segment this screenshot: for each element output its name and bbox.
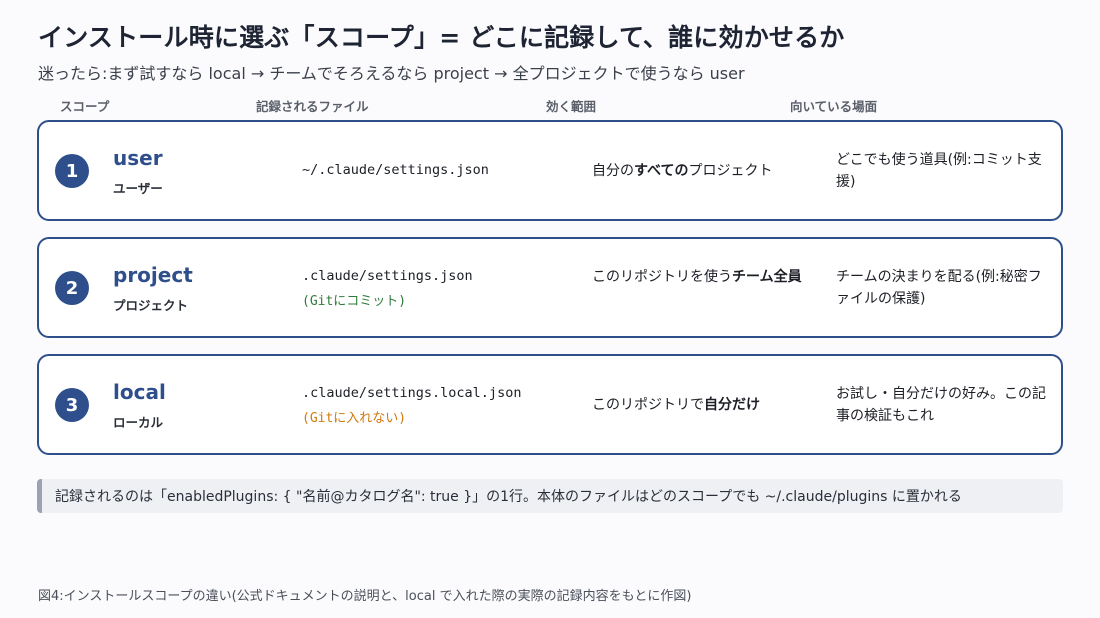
scope-number-badge: 1 xyxy=(55,154,89,188)
page-subtitle: 迷ったら:まず試すなら local → チームでそろえるなら project →… xyxy=(38,64,745,83)
header-scope: スコープ xyxy=(60,99,110,114)
use-case: チームの決まりを配る(例:秘密ファイルの保護) xyxy=(836,269,1042,307)
figure-caption: 図4:インストールスコープの違い(公式ドキュメントの説明と、local で入れた… xyxy=(38,589,692,604)
use-case: どこでも使う道具(例:コミット支援) xyxy=(836,152,1042,190)
scope-name: project xyxy=(113,263,193,287)
header-range: 効く範囲 xyxy=(546,99,597,114)
scope-card-local: 3 local ローカル .claude/settings.local.json… xyxy=(37,354,1063,455)
header-file: 記録されるファイル xyxy=(256,99,369,114)
scope-card-user: 1 user ユーザー ~/.claude/settings.json 自分のす… xyxy=(37,120,1063,221)
git-note: (Gitにコミット) xyxy=(302,294,407,309)
scope-number-badge: 2 xyxy=(55,271,89,305)
header-usecase: 向いている場面 xyxy=(790,99,878,114)
git-note: (Gitに入れない) xyxy=(302,411,407,426)
settings-file-path: ~/.claude/settings.json xyxy=(302,162,489,178)
settings-file-path: .claude/settings.local.json xyxy=(302,385,522,401)
scope-number-badge: 3 xyxy=(55,388,89,422)
scope-name-jp: ローカル xyxy=(113,415,164,430)
settings-file-path: .claude/settings.json xyxy=(302,268,473,284)
effect-range: 自分のすべてのプロジェクト xyxy=(592,163,773,179)
use-case: お試し・自分だけの好み。この記事の検証もこれ xyxy=(836,386,1046,424)
scope-name-jp: プロジェクト xyxy=(113,298,189,313)
effect-range: このリポジトリで自分だけ xyxy=(592,397,760,413)
scope-name: user xyxy=(113,146,163,170)
scope-name-jp: ユーザー xyxy=(113,181,163,196)
callout-note: 記録されるのは「enabledPlugins: { "名前@カタログ名": tr… xyxy=(37,479,1063,513)
scope-name: local xyxy=(113,380,166,404)
page-title: インストール時に選ぶ「スコープ」= どこに記録して、誰に効かせるか xyxy=(38,23,845,52)
effect-range: このリポジトリを使うチーム全員 xyxy=(592,269,802,285)
scope-card-project: 2 project プロジェクト .claude/settings.json (… xyxy=(37,237,1063,338)
